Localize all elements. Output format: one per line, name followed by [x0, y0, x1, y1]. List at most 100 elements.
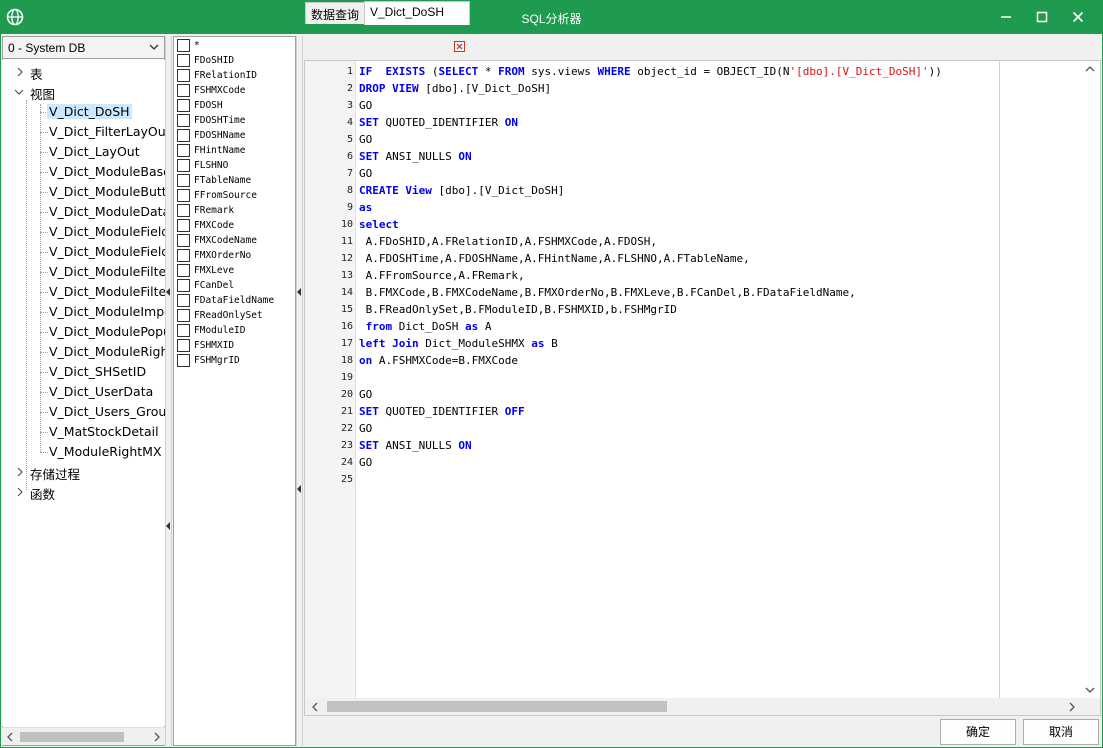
tree-item-label: V_Dict_ModuleRight [49, 344, 165, 359]
line-number: 3 [346, 100, 353, 111]
collapse-left-icon[interactable] [297, 485, 302, 493]
collapse-left-icon[interactable] [297, 288, 302, 296]
field-checkbox[interactable] [177, 144, 190, 157]
tree-horizontal-scrollbar[interactable] [2, 727, 165, 745]
tab-view-editor[interactable]: V_Dict_DoSH [364, 1, 470, 25]
tree-item-label: V_Dict_ModuleFilter [49, 264, 165, 279]
minimize-button[interactable] [989, 0, 1023, 34]
chevron-right-icon[interactable] [15, 67, 25, 77]
collapse-left-icon[interactable] [166, 522, 171, 530]
field-checkbox[interactable] [177, 339, 190, 352]
sql-keyword: WHERE [597, 65, 631, 78]
scrollbar-thumb[interactable] [20, 732, 124, 742]
field-name: FMXOrderNo [194, 250, 252, 261]
code-line: from Dict_DoSH as A [359, 319, 492, 336]
field-checkbox[interactable] [177, 84, 190, 97]
field-checkbox[interactable] [177, 294, 190, 307]
sql-keyword: ON [504, 116, 518, 129]
cancel-button[interactable]: 取消 [1023, 719, 1099, 745]
editor-horizontal-scrollbar[interactable] [305, 698, 1100, 715]
field-checkbox[interactable] [177, 204, 190, 217]
sql-text: A.FDOSHTime,A.FDOSHName,A.FHintName,A.FL… [359, 252, 750, 265]
field-checkbox[interactable] [177, 234, 190, 247]
sql-text: B.FMXCode,B.FMXCodeName,B.FMXOrderNo,B.F… [359, 286, 856, 299]
field-checkbox[interactable] [177, 324, 190, 337]
chevron-right-icon[interactable] [15, 467, 25, 477]
tab-strip [304, 36, 1101, 60]
field-checkbox[interactable] [177, 354, 190, 367]
sql-text: A [478, 320, 492, 333]
tree-node-label: 函数 [30, 487, 56, 502]
sql-keyword: from [359, 320, 393, 333]
line-number: 25 [340, 474, 353, 485]
tree-node-label: 表 [30, 67, 43, 82]
code-line: select [359, 217, 399, 234]
maximize-icon [1036, 11, 1048, 23]
field-name: FCanDel [194, 280, 235, 291]
tree-item-label: V_Dict_ModuleFilter [49, 284, 165, 299]
field-checkbox[interactable] [177, 174, 190, 187]
chevron-down-icon[interactable] [14, 87, 24, 97]
collapse-left-icon[interactable] [166, 288, 171, 296]
field-checkbox[interactable] [177, 309, 190, 322]
database-select[interactable]: 0 - System DB [2, 36, 165, 59]
tree-item-label: V_Dict_SHSetID [49, 364, 147, 379]
field-name: FMXCode [194, 220, 235, 231]
field-checkbox[interactable] [177, 69, 190, 82]
close-button[interactable] [1061, 0, 1095, 34]
code-line: GO [359, 455, 372, 472]
field-checkbox[interactable] [177, 279, 190, 292]
scroll-right-icon[interactable] [1068, 701, 1076, 713]
sql-keyword: FROM [498, 65, 525, 78]
field-checkbox[interactable] [177, 249, 190, 262]
code-line: GO [359, 387, 372, 404]
left-splitter[interactable] [165, 36, 172, 746]
code-line: A.FDOSHTime,A.FDOSHName,A.FHintName,A.FL… [359, 251, 750, 268]
right-splitter[interactable] [296, 36, 303, 746]
field-checkbox[interactable] [177, 39, 190, 52]
tab-label: V_Dict_DoSH [370, 5, 445, 19]
field-checkbox[interactable] [177, 54, 190, 67]
field-name: FTableName [194, 175, 252, 186]
scroll-left-icon[interactable] [311, 701, 319, 713]
code-line: on A.FSHMXCode=B.FMXCode [359, 353, 518, 370]
field-name: * [194, 40, 200, 51]
scroll-up-icon[interactable] [1085, 65, 1095, 73]
line-number: 20 [340, 389, 353, 400]
code-line: SET QUOTED_IDENTIFIER ON [359, 115, 518, 132]
title-bar: SQL分析器 [0, 0, 1103, 34]
code-line: left Join Dict_ModuleSHMX as B [359, 336, 558, 353]
field-checkbox[interactable] [177, 129, 190, 142]
field-checkbox[interactable] [177, 114, 190, 127]
field-checkbox[interactable] [177, 264, 190, 277]
line-number: 9 [346, 202, 353, 213]
field-name: FDOSH [194, 100, 223, 111]
field-checkbox[interactable] [177, 219, 190, 232]
code-line: B.FMXCode,B.FMXCodeName,B.FMXOrderNo,B.F… [359, 285, 856, 302]
editor-vertical-scrollbar[interactable] [1080, 61, 1100, 698]
scrollbar-thumb[interactable] [327, 701, 667, 712]
tree-item-label: V_MatStockDetail [49, 424, 159, 439]
scroll-left-icon[interactable] [6, 731, 14, 743]
maximize-button[interactable] [1025, 0, 1059, 34]
line-number: 24 [340, 457, 353, 468]
sql-text: GO [359, 167, 373, 180]
sql-text: A.FDoSHID,A.FRelationID,A.FSHMXCode,A.FD… [359, 235, 658, 248]
close-tab-icon[interactable] [454, 41, 465, 52]
tree-node-label: 存储过程 [30, 467, 81, 482]
scroll-down-icon[interactable] [1085, 686, 1095, 694]
tree-item-label: V_Dict_ModuleData! [49, 204, 165, 219]
sql-keyword: as [359, 201, 373, 214]
field-checkbox[interactable] [177, 189, 190, 202]
sql-text: [dbo].[V_Dict_DoSH] [431, 184, 565, 197]
sql-text: A.FFromSource,A.FRemark, [359, 269, 525, 282]
sql-text: Dict_ModuleSHMX [418, 337, 532, 350]
field-name: FLSHNO [194, 160, 229, 171]
ok-button[interactable]: 确定 [940, 719, 1016, 745]
field-checkbox[interactable] [177, 159, 190, 172]
field-checkbox[interactable] [177, 99, 190, 112]
scroll-right-icon[interactable] [153, 731, 161, 743]
chevron-right-icon[interactable] [15, 487, 25, 497]
sql-text: ANSI_NULLS [378, 150, 459, 163]
tab-data-query[interactable]: 数据查询 [305, 2, 366, 24]
